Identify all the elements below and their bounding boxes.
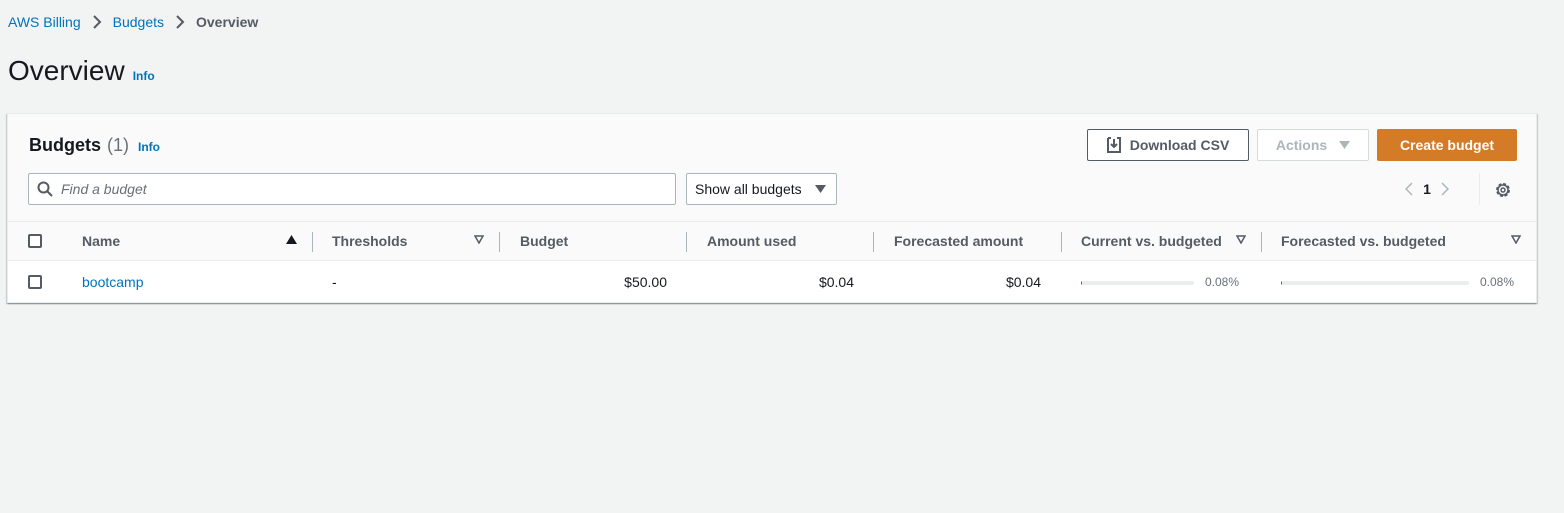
breadcrumb: AWS Billing Budgets Overview (8, 14, 258, 30)
column-header-amount-used[interactable]: Amount used (707, 222, 796, 260)
page-info-link[interactable]: Info (133, 69, 155, 83)
page-title: Overview (8, 55, 125, 86)
budget-filter-select[interactable]: Show all budgets (686, 173, 837, 205)
sort-icon[interactable] (474, 235, 484, 244)
table-row: bootcamp - $50.00 $0.04 $0.04 0.08% 0.08… (8, 261, 1536, 303)
column-header-budget[interactable]: Budget (520, 222, 568, 260)
column-divider (312, 232, 313, 252)
column-header-forecasted-vs-budgeted[interactable]: Forecasted vs. budgeted (1281, 222, 1446, 260)
chevron-right-icon[interactable] (1434, 178, 1456, 200)
column-divider (1261, 232, 1262, 252)
forecasted-vs-budgeted-bar (1281, 281, 1469, 285)
page-header: Overview Info (8, 55, 155, 87)
actions-label: Actions (1275, 137, 1328, 153)
sort-icon[interactable] (1236, 235, 1246, 244)
search-input[interactable] (61, 181, 675, 197)
current-vs-budgeted-percent: 0.08% (1205, 275, 1240, 289)
caret-down-icon (1339, 141, 1351, 149)
chevron-left-icon[interactable] (1398, 178, 1420, 200)
sort-icon[interactable] (1511, 235, 1521, 244)
panel-info-link[interactable]: Info (138, 140, 160, 154)
column-header-name[interactable]: Name (82, 222, 120, 260)
breadcrumb-aws-billing[interactable]: AWS Billing (8, 14, 81, 30)
create-budget-button[interactable]: Create budget (1377, 129, 1517, 161)
chevron-right-icon (81, 15, 113, 29)
thresholds-cell: - (332, 274, 337, 290)
panel-title: Budgets (1) Info (29, 135, 160, 156)
gear-icon[interactable] (1492, 179, 1514, 201)
page-number[interactable]: 1 (1420, 181, 1434, 197)
search-icon (29, 181, 61, 197)
sort-ascending-icon[interactable] (286, 235, 297, 245)
chevron-right-icon (164, 15, 196, 29)
pagination: 1 (1398, 178, 1456, 200)
column-divider (686, 232, 687, 252)
breadcrumb-budgets[interactable]: Budgets (113, 14, 164, 30)
table-header: Name Thresholds Budget Amount used Forec… (8, 221, 1536, 261)
search-box (28, 173, 676, 205)
amount-used-cell: $0.04 (818, 274, 854, 290)
column-divider (1061, 232, 1062, 252)
budget-count: (1) (107, 135, 129, 155)
row-checkbox[interactable] (28, 275, 42, 289)
column-header-current-vs-budgeted[interactable]: Current vs. budgeted (1081, 222, 1222, 260)
create-budget-label: Create budget (1399, 137, 1495, 153)
column-header-forecasted-amount[interactable]: Forecasted amount (894, 222, 1023, 260)
column-divider (873, 232, 874, 252)
column-divider (499, 232, 500, 252)
download-icon (1106, 137, 1121, 153)
forecasted-vs-budgeted-percent: 0.08% (1480, 275, 1515, 289)
column-header-thresholds[interactable]: Thresholds (332, 222, 407, 260)
budget-cell: $50.00 (624, 274, 667, 290)
budget-filter-value: Show all budgets (695, 181, 802, 197)
forecasted-amount-cell: $0.04 (1005, 274, 1041, 290)
download-csv-label: Download CSV (1129, 137, 1230, 153)
budget-name-link[interactable]: bootcamp (82, 261, 143, 303)
breadcrumb-overview: Overview (196, 14, 259, 30)
divider (1479, 173, 1480, 205)
download-csv-button[interactable]: Download CSV (1087, 129, 1249, 161)
current-vs-budgeted-bar (1081, 281, 1194, 285)
caret-down-icon (815, 185, 826, 193)
actions-button[interactable]: Actions (1257, 129, 1369, 161)
budgets-panel: Budgets (1) Info Download CSV Actions Cr… (7, 113, 1537, 303)
select-all-checkbox[interactable] (28, 234, 42, 248)
panel-title-text: Budgets (29, 135, 101, 155)
